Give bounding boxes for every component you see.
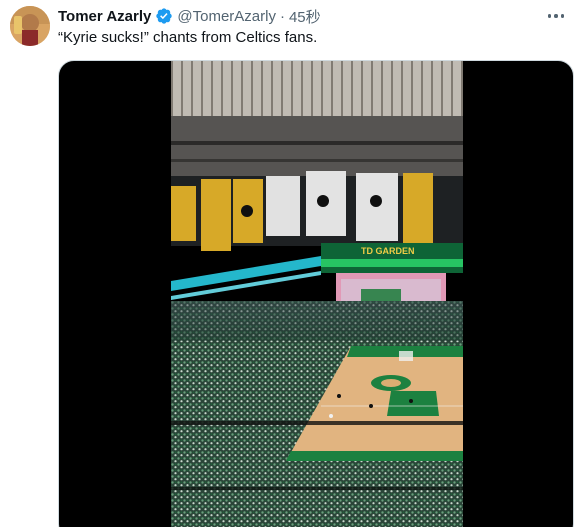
tweet-text: “Kyrie sucks!” chants from Celtics fans. <box>58 29 318 46</box>
separator-dot: · <box>279 7 285 25</box>
dot-1 <box>547 14 552 18</box>
video-frame: TD GARDEN <box>171 61 463 527</box>
author-name[interactable]: Tomer Azarly <box>58 8 151 25</box>
verified-badge-icon <box>155 7 173 25</box>
more-options-icon[interactable] <box>545 8 567 24</box>
dot-2 <box>554 14 558 18</box>
avatar-image <box>10 6 50 46</box>
video-player[interactable]: TD GARDEN <box>58 60 574 527</box>
tweet-header: Tomer Azarly @TomerAzarly · 45秒 <box>58 6 321 26</box>
author-handle[interactable]: @TomerAzarly <box>177 8 276 25</box>
arena-scene-image: TD GARDEN <box>171 61 463 527</box>
timestamp[interactable]: 45秒 <box>289 6 321 27</box>
avatar[interactable] <box>10 6 50 46</box>
tweet-card[interactable]: Tomer Azarly @TomerAzarly · 45秒 “Kyrie s… <box>0 0 577 527</box>
dot-3 <box>560 14 565 18</box>
